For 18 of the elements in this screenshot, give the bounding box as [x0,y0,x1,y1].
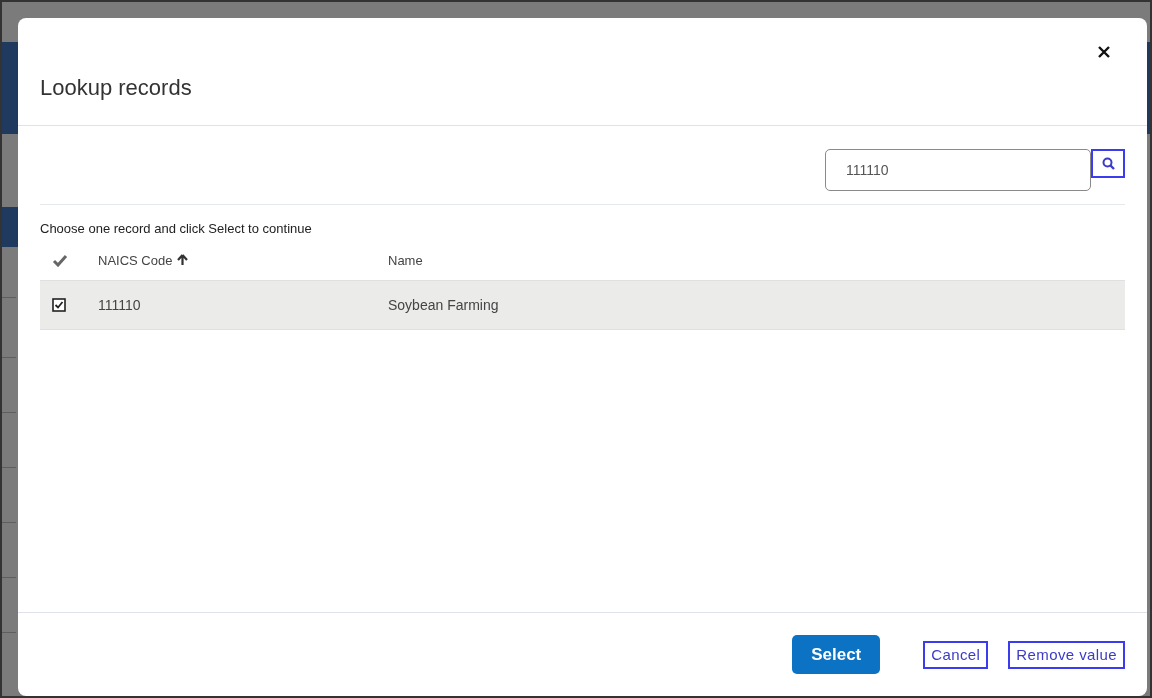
section-bar [2,207,18,247]
search-field[interactable]: 111110 [825,149,1091,191]
action-button[interactable]: Cancel [923,640,989,669]
instruction-text: Choose one record and click Select to continue [40,221,313,236]
table-cell: 111110 [98,297,141,313]
column-header[interactable]: Name [388,253,423,268]
row-checkbox[interactable] [52,298,66,312]
sort-arrow-icon [177,254,189,266]
action-button[interactable]: Remove value [1008,640,1125,669]
table-cell: Soybean Farming [388,297,499,313]
search-icon [1101,157,1115,170]
check-all-icon[interactable] [52,253,68,267]
search-button[interactable] [1091,149,1125,178]
dialog-title: Lookup records [40,75,192,101]
table-row[interactable]: 111110 Soybean Farming [40,280,1125,330]
select-button[interactable]: Select [792,635,881,674]
close-icon[interactable] [1098,46,1110,58]
column-header[interactable]: NAICS Code [98,252,189,268]
